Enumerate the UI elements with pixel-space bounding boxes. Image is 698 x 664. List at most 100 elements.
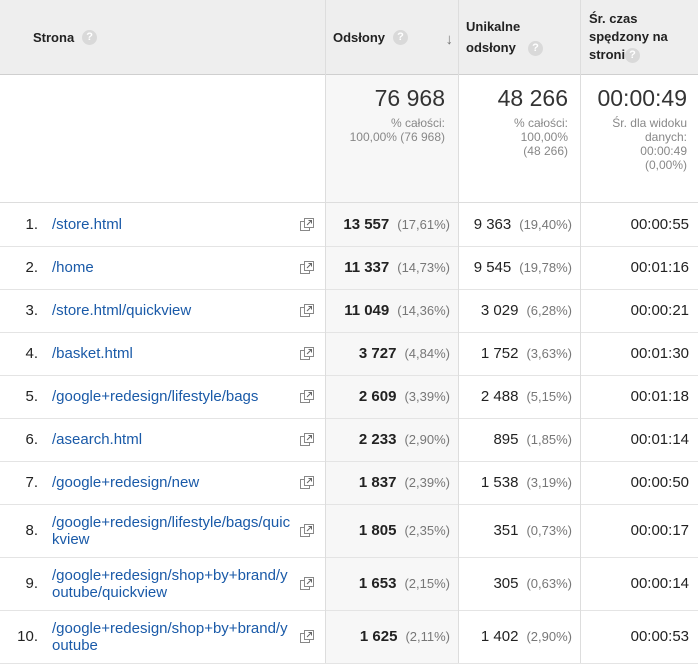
views-percent: (4,84%) xyxy=(404,346,450,361)
unique-percent: (5,15%) xyxy=(526,389,572,404)
page-link-text[interactable]: /store.html/quickview xyxy=(52,302,191,319)
views-percent: (2,90%) xyxy=(404,432,450,447)
views-percent: (14,36%) xyxy=(397,303,450,318)
page-link-text[interactable]: /home xyxy=(52,259,94,276)
totals-time-caption-2: danych: xyxy=(644,130,687,144)
unique-value: 3 029 xyxy=(480,302,519,319)
avg-time-value: 00:00:50 xyxy=(630,474,689,491)
row-number: 1. xyxy=(25,216,38,233)
totals-time: 00:00:49 Śr. dla widoku danych: 00:00:49… xyxy=(581,85,687,172)
views-value: 1 837 xyxy=(358,474,397,491)
page-link[interactable]: /google+redesign/shop+by+brand/youtube/q… xyxy=(52,557,292,610)
page-link[interactable]: /store.html xyxy=(52,203,292,246)
views-percent: (17,61%) xyxy=(397,217,450,232)
unique-value: 2 488 xyxy=(480,388,519,405)
avg-time-value: 00:01:14 xyxy=(630,431,689,448)
open-in-new-window-icon[interactable] xyxy=(298,418,316,461)
page-link[interactable]: /google+redesign/shop+by+brand/youtube xyxy=(52,610,292,663)
table-row: 6. /asearch.html 2 233 (2,90%) 895 (1,85%) 00:… xyxy=(0,418,698,462)
page-link-text[interactable]: /google+redesign/lifestyle/bags xyxy=(52,388,258,405)
page-link-text[interactable]: /store.html xyxy=(52,216,122,233)
views-percent: (2,15%) xyxy=(404,576,450,591)
avg-time-value: 00:00:53 xyxy=(630,628,689,645)
totals-unique: 48 266 % całości: 100,00% (48 266) xyxy=(458,85,568,158)
open-in-new-window-icon[interactable] xyxy=(298,557,316,610)
totals-views-value: 76 968 xyxy=(374,85,445,111)
open-in-new-window-icon[interactable] xyxy=(298,246,316,289)
unique-percent: (2,90%) xyxy=(526,629,572,644)
help-icon[interactable]: ? xyxy=(528,41,543,57)
unique-cell: 2 488 (5,15%) xyxy=(458,375,572,418)
page-link-text[interactable]: /google+redesign/shop+by+brand/youtube/q… xyxy=(52,567,292,601)
views-value: 2 233 xyxy=(358,431,397,448)
unique-cell: 1 402 (2,90%) xyxy=(458,610,572,663)
column-divider xyxy=(580,0,581,663)
unique-value: 9 363 xyxy=(473,216,512,233)
header-unique[interactable]: Unikalne odsłony? xyxy=(466,0,576,74)
views-cell: 3 727 (4,84%) xyxy=(326,332,450,375)
open-in-new-window-icon[interactable] xyxy=(298,610,316,663)
avg-time-value: 00:00:14 xyxy=(630,575,689,592)
row-number: 7. xyxy=(25,474,38,491)
row-number: 10. xyxy=(17,628,38,645)
page-link[interactable]: /asearch.html xyxy=(52,418,292,461)
row-number: 4. xyxy=(25,345,38,362)
unique-cell: 9 363 (19,40%) xyxy=(458,203,572,246)
page-link-text[interactable]: /asearch.html xyxy=(52,431,142,448)
table-row: 5. /google+redesign/lifestyle/bags 2 609 (3… xyxy=(0,375,698,419)
page-link[interactable]: /store.html/quickview xyxy=(52,289,292,332)
unique-value: 9 545 xyxy=(473,259,512,276)
page-link[interactable]: /google+redesign/lifestyle/bags xyxy=(52,375,292,418)
views-percent: (2,11%) xyxy=(405,629,450,644)
help-icon[interactable]: ? xyxy=(82,29,98,45)
page-link[interactable]: /home xyxy=(52,246,292,289)
page-link-text[interactable]: /basket.html xyxy=(52,345,133,362)
page-link-text[interactable]: /google+redesign/shop+by+brand/youtube xyxy=(52,620,292,654)
open-in-new-window-icon[interactable] xyxy=(298,461,316,504)
header-views-label: Odsłony xyxy=(333,29,386,45)
open-in-new-window-icon[interactable] xyxy=(298,203,316,246)
page-link[interactable]: /basket.html xyxy=(52,332,292,375)
totals-unique-value: 48 266 xyxy=(497,85,568,111)
unique-value: 895 xyxy=(493,431,519,448)
sort-descending-icon[interactable]: ↓ xyxy=(446,31,454,48)
open-in-new-window-icon[interactable] xyxy=(298,332,316,375)
table-row: 1. /store.html 13 557 (17,61%) 9 363 (19,40%)… xyxy=(0,203,698,247)
page-link-text[interactable]: /google+redesign/lifestyle/bags/quickvie… xyxy=(52,514,292,548)
help-icon[interactable]: ? xyxy=(393,29,409,45)
page-link[interactable]: /google+redesign/lifestyle/bags/quickvie… xyxy=(52,504,292,557)
totals-views: 76 968 % całości: 100,00% (76 968) xyxy=(326,85,445,144)
views-cell: 11 337 (14,73%) xyxy=(326,246,450,289)
views-cell: 2 233 (2,90%) xyxy=(326,418,450,461)
report-table: Strona ? Odsłony ? ↓ Unikalne odsłony? Ś… xyxy=(0,0,698,664)
open-in-new-window-icon[interactable] xyxy=(298,289,316,332)
row-number: 8. xyxy=(25,522,38,539)
header-avg-time[interactable]: Śr. czas spędzony na stronie? xyxy=(589,0,693,74)
avg-time-value: 00:00:17 xyxy=(630,522,689,539)
table-row: 3. /store.html/quickview 11 049 (14,36%) 3 0… xyxy=(0,289,698,333)
page-link[interactable]: /google+redesign/new xyxy=(52,461,292,504)
views-value: 13 557 xyxy=(343,216,390,233)
totals-time-average: 00:00:49 xyxy=(640,144,687,158)
totals-unique-caption: % całości: xyxy=(513,116,568,130)
table-row: 9. /google+redesign/shop+by+brand/youtube… xyxy=(0,557,698,611)
open-in-new-window-icon[interactable] xyxy=(298,375,316,418)
unique-value: 351 xyxy=(493,522,519,539)
unique-value: 305 xyxy=(493,575,519,592)
unique-value: 1 752 xyxy=(480,345,519,362)
open-in-new-window-icon[interactable] xyxy=(298,504,316,557)
unique-percent: (3,63%) xyxy=(526,346,572,361)
unique-percent: (19,78%) xyxy=(519,260,572,275)
unique-cell: 351 (0,73%) xyxy=(458,504,572,557)
page-link-text[interactable]: /google+redesign/new xyxy=(52,474,199,491)
views-cell: 1 653 (2,15%) xyxy=(326,557,450,610)
unique-cell: 9 545 (19,78%) xyxy=(458,246,572,289)
unique-cell: 1 752 (3,63%) xyxy=(458,332,572,375)
header-page[interactable]: Strona ? xyxy=(33,0,313,74)
unique-cell: 1 538 (3,19%) xyxy=(458,461,572,504)
help-icon[interactable]: ? xyxy=(625,48,640,64)
views-percent: (14,73%) xyxy=(397,260,450,275)
header-views[interactable]: Odsłony ? ↓ xyxy=(333,0,457,74)
totals-time-caption: Śr. dla widoku xyxy=(612,116,687,130)
avg-time-value: 00:01:18 xyxy=(630,388,689,405)
